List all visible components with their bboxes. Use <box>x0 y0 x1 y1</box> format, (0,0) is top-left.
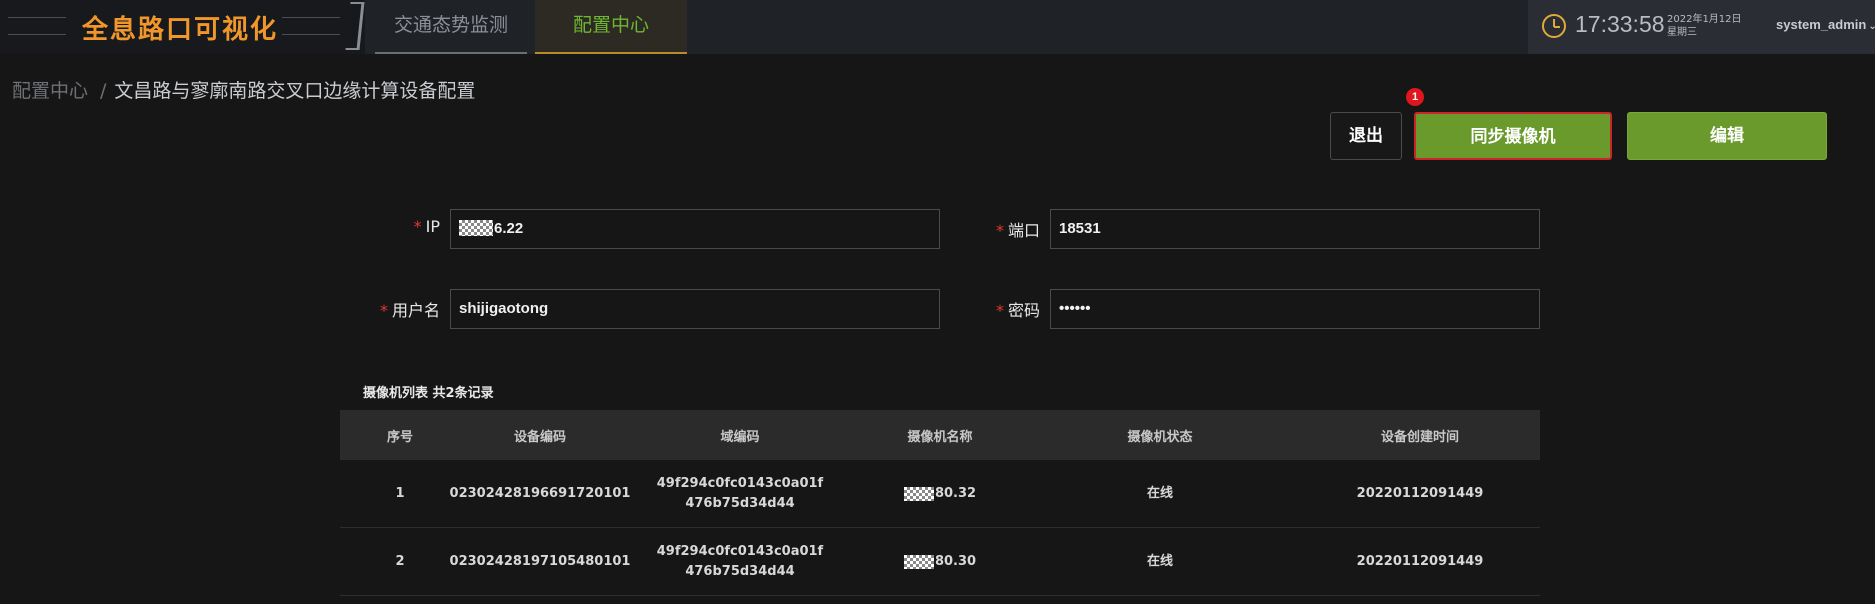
cell-created-time: 20220112091449 <box>1356 553 1484 569</box>
username-field[interactable]: shijigaotong <box>450 289 940 329</box>
cell-no: 2 <box>395 553 405 569</box>
required-mark: * <box>379 301 388 320</box>
camera-name-text: 80.30 <box>934 553 977 569</box>
port-label-text: 端口 <box>1007 221 1040 240</box>
breadcrumb-root[interactable]: 配置中心 <box>12 80 88 102</box>
logo-decoration <box>8 17 66 18</box>
sync-camera-button[interactable]: 同步摄像机 <box>1414 112 1612 160</box>
cell-device-code: 02302428197105480101 <box>449 553 631 569</box>
column-header: 设备编码 <box>513 429 566 445</box>
clock-icon <box>1542 14 1566 38</box>
redaction-mask <box>903 554 934 569</box>
domain-code-text: 49f294c0fc0143c0a01f476b75d34d44 <box>656 475 824 511</box>
cell-domain-code: 49f294c0fc0143c0a01f476b75d34d44 <box>620 528 860 595</box>
camera-list-caption: 摄像机列表 共2条记录 <box>363 386 494 401</box>
logo-decoration <box>8 34 66 35</box>
camera-name-text: 80.32 <box>934 485 977 501</box>
logo-decoration <box>282 17 340 18</box>
cell-domain-code: 49f294c0fc0143c0a01f476b75d34d44 <box>620 460 860 527</box>
cell-device-code: 02302428196691720101 <box>449 485 631 501</box>
ip-value: 6.22 <box>494 220 524 237</box>
port-field[interactable]: 18531 <box>1050 209 1540 249</box>
ip-label-text: IP <box>425 217 440 236</box>
top-bar: 全息路口可视化 交通态势监测 配置中心 17:33:58 2022年1月12日 … <box>0 0 1875 54</box>
table-header: 序号 设备编码 域编码 摄像机名称 摄像机状态 设备创建时间 <box>340 410 1540 460</box>
step-badge: 1 <box>1406 88 1424 106</box>
chevron-down-icon: ⌄ <box>1868 21 1875 32</box>
cell-camera-name: 80.30 <box>860 528 1020 595</box>
redaction-mask <box>459 220 493 236</box>
column-header: 域编码 <box>720 429 760 445</box>
required-mark: * <box>413 217 422 236</box>
password-label-text: 密码 <box>1007 301 1040 320</box>
column-header: 序号 <box>386 429 413 445</box>
ip-label: * IP <box>380 217 440 236</box>
column-header: 摄像机名称 <box>907 429 973 445</box>
cell-no: 1 <box>395 485 405 501</box>
column-header: 设备创建时间 <box>1380 429 1459 445</box>
weekday-text: 星期三 <box>1667 27 1697 38</box>
cell-created-time: 20220112091449 <box>1356 485 1484 501</box>
logo-bracket-decoration <box>345 2 365 50</box>
port-label: * 端口 <box>960 217 1040 241</box>
table-row[interactable]: 1 02302428196691720101 49f294c0fc0143c0a… <box>340 460 1540 528</box>
domain-code-text: 49f294c0fc0143c0a01f476b75d34d44 <box>656 543 824 579</box>
edit-button[interactable]: 编辑 <box>1627 112 1827 160</box>
password-field[interactable]: •••••• <box>1050 289 1540 329</box>
current-date: 2022年1月12日 星期三 <box>1667 13 1742 39</box>
table-row[interactable]: 2 02302428197105480101 49f294c0fc0143c0a… <box>340 528 1540 596</box>
required-mark: * <box>995 221 1004 240</box>
date-text: 2022年1月12日 <box>1667 14 1742 25</box>
cell-camera-state: 在线 <box>1146 485 1173 501</box>
exit-button[interactable]: 退出 <box>1330 112 1402 160</box>
user-menu[interactable]: system_admin ⌄ <box>1776 17 1875 32</box>
port-value: 18531 <box>1059 220 1101 237</box>
camera-table: 序号 设备编码 域编码 摄像机名称 摄像机状态 设备创建时间 1 0230242… <box>340 410 1540 596</box>
username-label: * 用户名 <box>340 297 440 321</box>
breadcrumb-current: 文昌路与寥廓南路交叉口边缘计算设备配置 <box>114 80 476 102</box>
ip-field[interactable]: 6.22 <box>450 209 940 249</box>
cell-camera-name: 80.32 <box>860 460 1020 527</box>
required-mark: * <box>995 301 1004 320</box>
column-header: 摄像机状态 <box>1127 429 1193 445</box>
tab-traffic-monitoring[interactable]: 交通态势监测 <box>375 0 527 54</box>
current-time: 17:33:58 <box>1575 11 1665 37</box>
app-logo: 全息路口可视化 <box>0 0 365 54</box>
password-label: * 密码 <box>960 297 1040 321</box>
app-title: 全息路口可视化 <box>82 15 279 45</box>
tab-config-center[interactable]: 配置中心 <box>535 0 687 54</box>
breadcrumb-separator: / <box>100 80 107 102</box>
username-value: shijigaotong <box>459 300 549 317</box>
redaction-mask <box>903 486 934 501</box>
logo-decoration <box>282 34 340 35</box>
password-value: •••••• <box>1059 300 1091 317</box>
username-label-text: 用户名 <box>391 301 440 320</box>
username: system_admin <box>1776 17 1867 32</box>
cell-camera-state: 在线 <box>1146 553 1173 569</box>
breadcrumb: 配置中心 / 文昌路与寥廓南路交叉口边缘计算设备配置 <box>12 76 475 103</box>
